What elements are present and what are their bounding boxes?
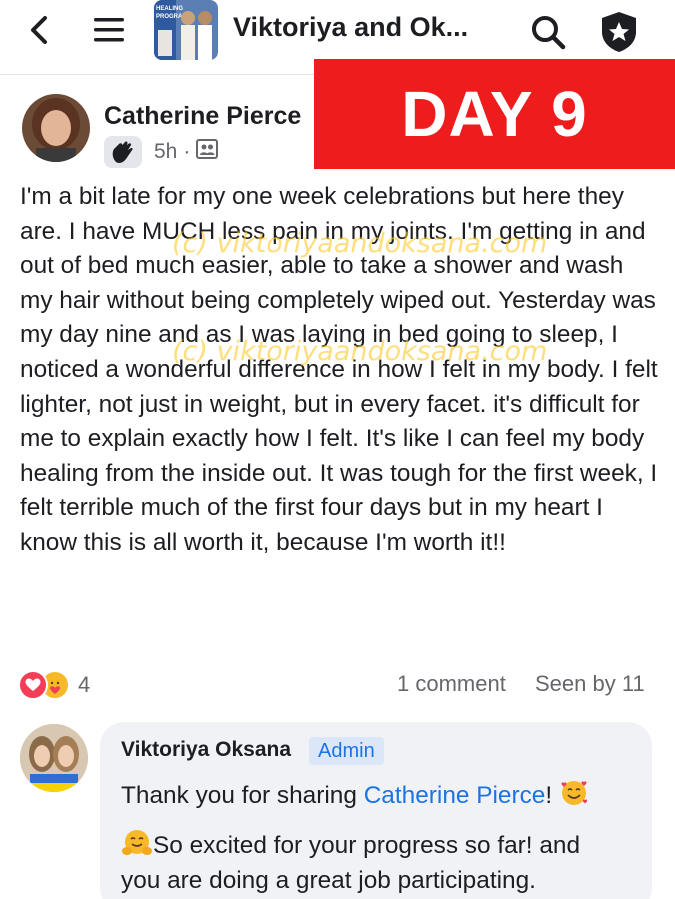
top-nav-bar: HEALING PROGRAM Viktoriya and Ok...: [0, 0, 675, 62]
meta-separator: ·: [183, 140, 191, 163]
post-body-text: I'm a bit late for my one week celebrati…: [20, 183, 658, 556]
hamburger-menu-icon[interactable]: [92, 14, 126, 46]
seen-by-link[interactable]: Seen by 11: [535, 671, 645, 697]
comment-text-prefix: Thank you for sharing: [121, 781, 364, 809]
day-banner: DAY 9: [314, 59, 675, 169]
mention-link[interactable]: Catherine Pierce: [364, 782, 546, 809]
group-thumbnail[interactable]: HEALING PROGRAM: [154, 0, 218, 60]
comment-text-suffix: !: [545, 781, 553, 809]
reaction-summary[interactable]: 4: [18, 668, 90, 702]
comment-text-line3: you are doing a great job participating.: [121, 867, 536, 894]
post-author-name[interactable]: Catherine Pierce: [104, 102, 301, 131]
author-avatar[interactable]: [22, 94, 90, 162]
svg-text:HEALING: HEALING: [156, 6, 183, 12]
comment-count-link[interactable]: 1 comment: [397, 671, 506, 697]
commenter-avatar[interactable]: [20, 724, 88, 792]
comment-text-line2: So excited for your progress so far! and: [121, 828, 580, 865]
shield-star-icon[interactable]: [598, 10, 640, 54]
hugging-face-icon: [121, 828, 153, 865]
reaction-count: 4: [78, 672, 91, 697]
comment-line2-text: So excited for your progress so far! and: [153, 831, 581, 859]
post-timestamp[interactable]: 5h: [154, 140, 177, 164]
love-reaction-icon: [18, 670, 48, 700]
smiling-face-with-hearts-icon: [559, 778, 589, 815]
waving-hand-icon[interactable]: [104, 136, 142, 168]
comment-text-line1: Thank you for sharing Catherine Pierce!: [121, 778, 589, 815]
group-audience-icon: [196, 139, 219, 165]
group-title[interactable]: Viktoriya and Ok...: [233, 12, 468, 43]
post-meta: 5h ·: [154, 139, 219, 165]
commenter-name[interactable]: Viktoriya Oksana: [121, 738, 291, 762]
search-icon[interactable]: [528, 12, 568, 52]
admin-badge: Admin: [309, 737, 384, 765]
chevron-left-icon[interactable]: [22, 12, 58, 48]
